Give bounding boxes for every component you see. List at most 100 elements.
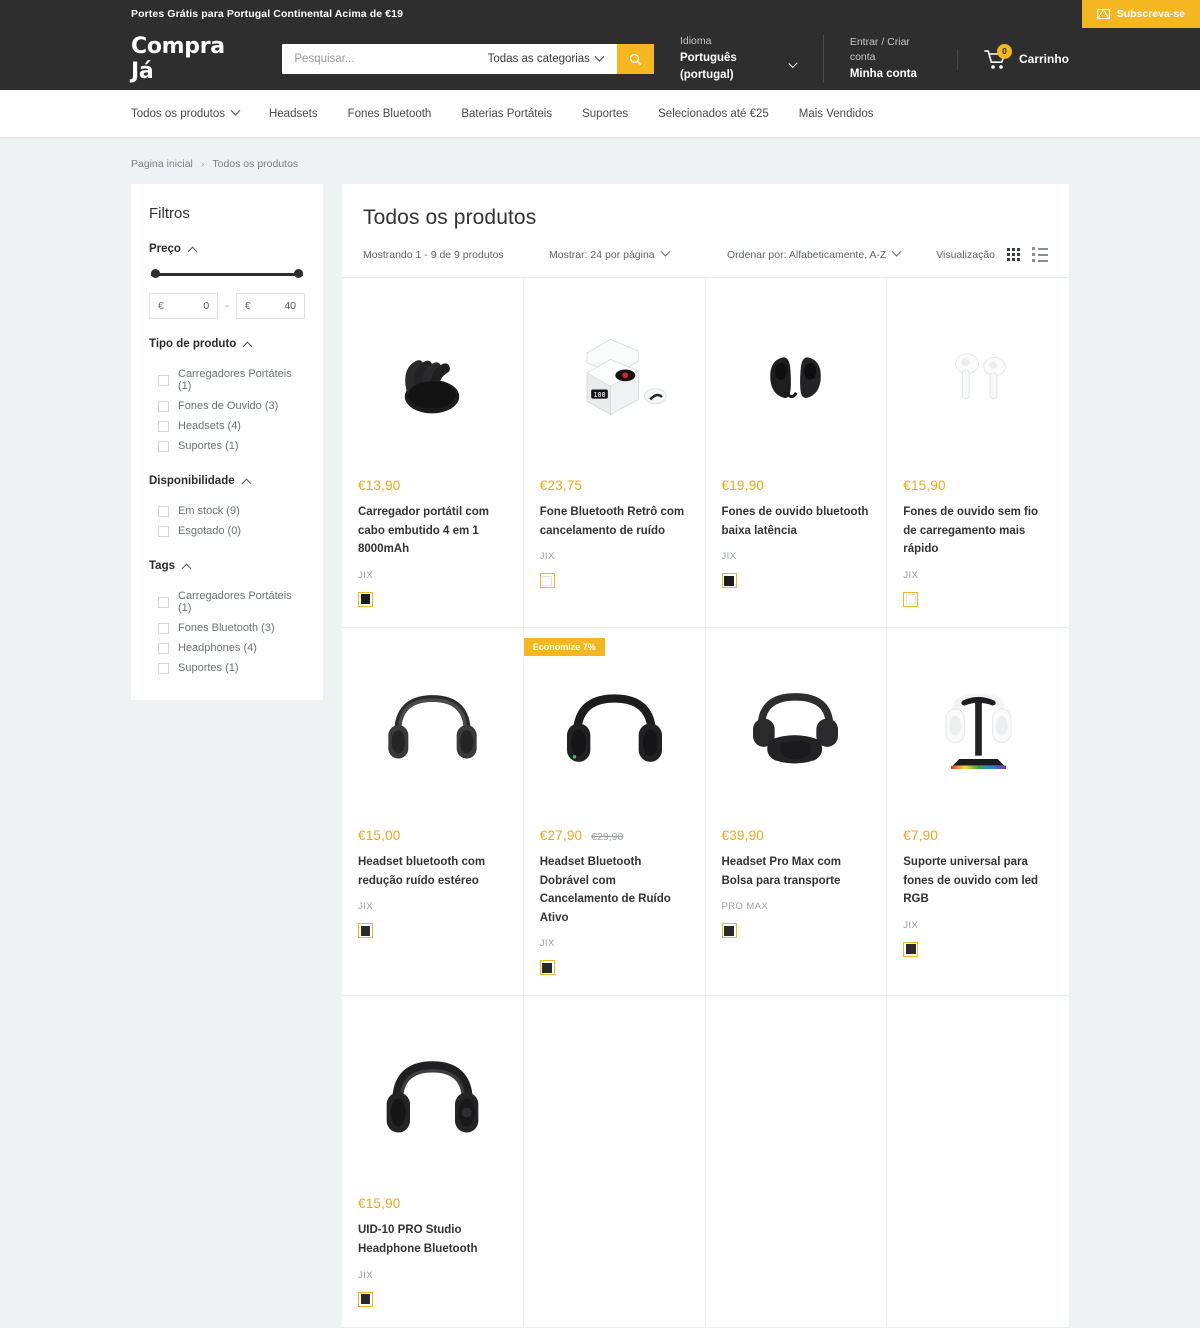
discount-badge: Economize 7% xyxy=(523,637,605,656)
price-line: €23,75 xyxy=(540,478,689,493)
slider-knob-max[interactable] xyxy=(294,269,303,278)
product-name[interactable]: Headset Pro Max com Bolsa para transport… xyxy=(722,853,871,890)
nav-item-fones-bluetooth[interactable]: Fones Bluetooth xyxy=(348,108,432,120)
price-range-slider[interactable] xyxy=(151,269,303,279)
product-vendor: JIX xyxy=(539,551,555,563)
color-swatch[interactable] xyxy=(721,573,737,589)
price-min-input[interactable]: € 0 xyxy=(149,293,219,319)
filter-option[interactable]: Em stock (9) xyxy=(149,501,305,521)
product-card[interactable]: Economize 7% €27,90 €29,90 Headset Bluet… xyxy=(523,627,706,997)
nav-item-baterias-portateis[interactable]: Baterias Portáteis xyxy=(461,108,552,120)
subscribe-button[interactable]: Subscreva-se xyxy=(1081,0,1200,28)
cart-count-badge: 0 xyxy=(996,43,1012,59)
filter-option[interactable]: Headphones (4) xyxy=(149,638,305,658)
account-login-link[interactable]: Entrar / Criar conta xyxy=(850,35,931,67)
slider-knob-min[interactable] xyxy=(151,269,160,278)
checkbox[interactable] xyxy=(158,420,169,432)
language-selector[interactable]: Idioma Português (portugal) xyxy=(654,34,823,84)
product-card[interactable]: €39,90 Headset Pro Max com Bolsa para tr… xyxy=(705,627,888,997)
nav-item-todos-os-produtos[interactable]: Todos os produtos xyxy=(131,105,241,120)
product-name[interactable]: Suporte universal para fones de ouvido c… xyxy=(903,853,1053,909)
filter-option-label: Headphones (4) xyxy=(178,642,257,654)
sort-select[interactable]: Ordenar por: Alfabeticamente, A-Z xyxy=(727,246,936,261)
breadcrumb-home[interactable]: Pagina inicial xyxy=(131,158,193,170)
nav-item-headsets[interactable]: Headsets xyxy=(269,108,318,120)
per-page-select[interactable]: Mostrar: 24 por página xyxy=(549,246,727,261)
grid-view-icon[interactable] xyxy=(1007,248,1020,261)
search-bar: Todas as categorias xyxy=(282,44,654,74)
product-name[interactable]: Carregador portátil com cabo embutido 4 … xyxy=(358,503,507,559)
product-card[interactable]: €13,90 Carregador portátil com cabo embu… xyxy=(342,278,524,628)
product-grid: €13,90 Carregador portátil com cabo embu… xyxy=(342,277,1069,1328)
cart-label: Carrinho xyxy=(1018,52,1069,66)
product-vendor: JIX xyxy=(903,919,919,931)
checkbox[interactable] xyxy=(158,596,169,608)
product-image-earbuds-case: 100 xyxy=(540,294,689,464)
product-listing: Todos os produtos Mostrando 1 - 9 de 9 p… xyxy=(342,184,1069,1328)
color-swatch[interactable] xyxy=(721,923,737,939)
checkbox[interactable] xyxy=(158,440,169,452)
site-logo[interactable]: Compra Já xyxy=(131,34,249,84)
filter-option[interactable]: Carregadores Portáteis (1) xyxy=(149,364,305,396)
product-price: €7,90 xyxy=(903,827,939,843)
account-menu[interactable]: Entrar / Criar conta Minha conta xyxy=(822,34,957,84)
product-image-headset-bag xyxy=(722,644,871,814)
color-swatch[interactable] xyxy=(903,591,919,607)
color-swatch[interactable] xyxy=(903,941,919,957)
nav-item-suportes[interactable]: Suportes xyxy=(582,108,628,120)
filter-option[interactable]: Headsets (4) xyxy=(149,416,305,436)
filter-option[interactable]: Carregadores Portáteis (1) xyxy=(149,586,305,618)
search-button[interactable] xyxy=(616,44,654,74)
breadcrumb: Pagina inicial › Todos os produtos xyxy=(0,138,1200,184)
product-card[interactable]: €15,90 UID-10 PRO Studio Headphone Bluet… xyxy=(342,996,524,1328)
checkbox[interactable] xyxy=(158,374,169,386)
search-input[interactable] xyxy=(282,44,488,74)
cart-button[interactable]: 0 Carrinho xyxy=(956,43,1069,70)
site-header: Compra Já Todas as categorias Idioma Por… xyxy=(0,28,1200,90)
filter-option[interactable]: Esgotado (0) xyxy=(149,521,305,541)
checkbox[interactable] xyxy=(158,400,169,412)
filter-option[interactable]: Suportes (1) xyxy=(149,658,305,678)
listing-header: Todos os produtos xyxy=(342,184,1069,230)
product-card[interactable]: 100 €23,75 Fone Bluetooth Retrô com canc… xyxy=(523,278,706,628)
checkbox[interactable] xyxy=(158,642,169,654)
cart-icon: 0 xyxy=(984,43,1012,70)
product-name[interactable]: UID-10 PRO Studio Headphone Bluetooth xyxy=(358,1221,507,1258)
product-card[interactable]: €15,00 Headset bluetooth com redução ruí… xyxy=(342,627,524,997)
checkbox[interactable] xyxy=(158,525,169,537)
product-name[interactable]: Headset Bluetooth Dobrável com Cancelame… xyxy=(540,853,689,928)
filter-option[interactable]: Fones de Ouvido (3) xyxy=(149,396,305,416)
filter-tags-header[interactable]: Tags xyxy=(149,560,305,573)
account-my-account[interactable]: Minha conta xyxy=(850,66,931,83)
search-category-label: Todas as categorias xyxy=(487,53,590,65)
filter-tipo-header[interactable]: Tipo de produto xyxy=(149,338,305,351)
checkbox[interactable] xyxy=(158,505,169,517)
product-name[interactable]: Fones de ouvido sem fio de carregamento … xyxy=(903,503,1053,559)
filter-disponibilidade-header[interactable]: Disponibilidade xyxy=(149,475,305,488)
language-value-row[interactable]: Português (portugal) xyxy=(680,50,799,85)
color-swatch[interactable] xyxy=(358,591,373,607)
product-image-power-bank xyxy=(358,294,507,464)
price-max-input[interactable]: € 40 xyxy=(235,293,306,319)
color-swatch[interactable] xyxy=(358,1291,373,1307)
filter-option[interactable]: Fones Bluetooth (3) xyxy=(149,618,305,638)
filter-option[interactable]: Suportes (1) xyxy=(149,436,305,456)
product-card[interactable]: €15,90 Fones de ouvido sem fio de carreg… xyxy=(887,278,1069,628)
color-swatch[interactable] xyxy=(539,960,555,976)
product-card[interactable]: €7,90 Suporte universal para fones de ou… xyxy=(887,627,1069,997)
filter-price-header[interactable]: Preço xyxy=(149,243,305,256)
checkbox[interactable] xyxy=(158,662,169,674)
color-swatch[interactable] xyxy=(358,923,373,939)
checkbox[interactable] xyxy=(158,622,169,634)
product-name[interactable]: Headset bluetooth com redução ruído esté… xyxy=(358,853,507,890)
list-view-icon[interactable] xyxy=(1032,247,1048,262)
product-name[interactable]: Fones de ouvido bluetooth baixa latência xyxy=(722,503,871,540)
product-name[interactable]: Fone Bluetooth Retrô com cancelamento de… xyxy=(540,503,689,540)
nav-item-selecionados[interactable]: Selecionados até €25 xyxy=(658,108,769,120)
nav-item-mais-vendidos[interactable]: Mais Vendidos xyxy=(799,108,874,120)
search-category-select[interactable]: Todas as categorias xyxy=(487,51,617,65)
product-card[interactable]: €19,90 Fones de ouvido bluetooth baixa l… xyxy=(705,278,888,628)
color-swatch[interactable] xyxy=(539,573,555,589)
price-line: €15,00 xyxy=(358,828,507,843)
product-image-earbuds-black xyxy=(722,294,871,464)
